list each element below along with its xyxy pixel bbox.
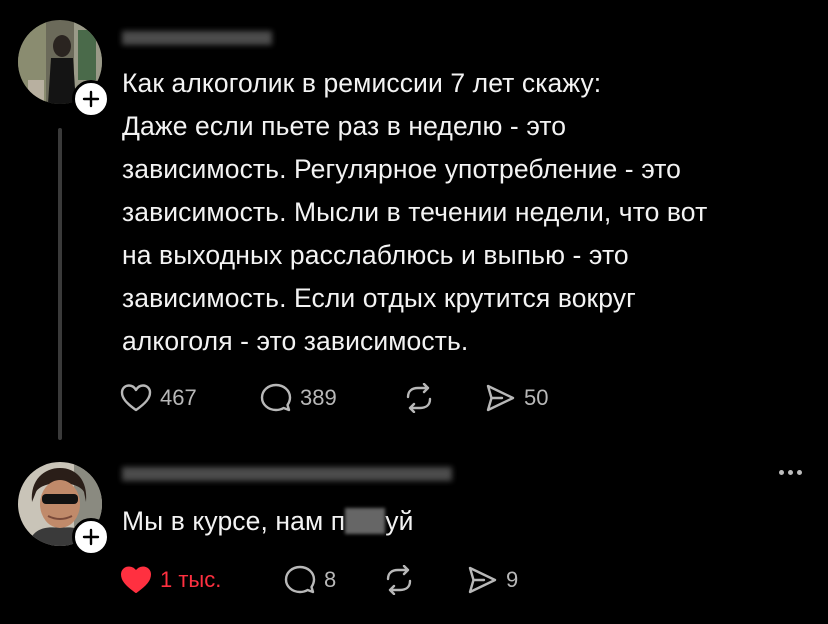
- post-text-start: Мы в курсе, нам п: [122, 506, 346, 536]
- plus-icon: [82, 90, 100, 108]
- send-icon: [486, 384, 515, 412]
- post-text-line: зависимость. Если отдых крутится вокруг: [122, 283, 636, 313]
- repost-icon: [386, 565, 412, 595]
- follow-button[interactable]: [72, 518, 110, 556]
- share-count: 9: [506, 567, 519, 592]
- heart-icon: [120, 384, 152, 412]
- post-text-line: алкоголя - это зависимость.: [122, 326, 469, 356]
- like-count: 1 тыс.: [160, 567, 222, 592]
- username-redacted: [122, 31, 272, 45]
- send-icon: [468, 566, 497, 594]
- post-text-line: Даже если пьете раз в неделю - это: [122, 111, 567, 141]
- reply-button[interactable]: 8: [284, 565, 382, 595]
- username[interactable]: [122, 28, 272, 48]
- action-bar: 467 389 50: [120, 378, 548, 418]
- censor-block: [345, 508, 386, 534]
- post-text: Мы в курсе, нам п уй: [122, 500, 812, 543]
- like-button[interactable]: 467: [120, 383, 260, 413]
- post-text-line: зависимость. Регулярное употребление - э…: [122, 154, 682, 184]
- share-button[interactable]: 50: [484, 383, 548, 413]
- post-text: Как алкоголик в ремиссии 7 лет скажу: Да…: [122, 62, 812, 363]
- speech-bubble-icon: [284, 565, 316, 594]
- action-bar: 1 тыс. 8 9: [120, 560, 518, 600]
- username-redacted: [122, 467, 452, 481]
- repost-button[interactable]: [402, 383, 484, 413]
- plus-icon: [82, 528, 100, 546]
- reply-count: 389: [300, 385, 337, 410]
- share-count: 50: [524, 385, 549, 410]
- repost-button[interactable]: [382, 565, 466, 595]
- post-text-line: Как алкоголик в ремиссии 7 лет скажу:: [122, 68, 602, 98]
- post-text-line: на выходных расслаблюсь и выпью - это: [122, 240, 629, 270]
- heart-icon: [121, 566, 151, 593]
- more-dots-icon: [779, 470, 784, 475]
- reply-button[interactable]: 389: [260, 383, 402, 413]
- reply-count: 8: [324, 567, 337, 592]
- more-options-button[interactable]: [779, 470, 802, 475]
- post-text-line: зависимость. Мысли в течении недели, что…: [122, 197, 708, 227]
- like-count: 467: [160, 385, 197, 410]
- post-2: Мы в курсе, нам п уй 1 тыс. 8 9: [0, 450, 828, 624]
- post-1: Как алкоголик в ремиссии 7 лет скажу: Да…: [0, 0, 828, 450]
- post-text-end: уй: [385, 506, 414, 536]
- like-button[interactable]: 1 тыс.: [120, 565, 284, 595]
- username[interactable]: [122, 464, 452, 484]
- speech-bubble-icon: [260, 383, 292, 412]
- repost-icon: [406, 383, 432, 413]
- thread-line: [58, 128, 62, 440]
- follow-button[interactable]: [72, 80, 110, 118]
- share-button[interactable]: 9: [466, 565, 518, 595]
